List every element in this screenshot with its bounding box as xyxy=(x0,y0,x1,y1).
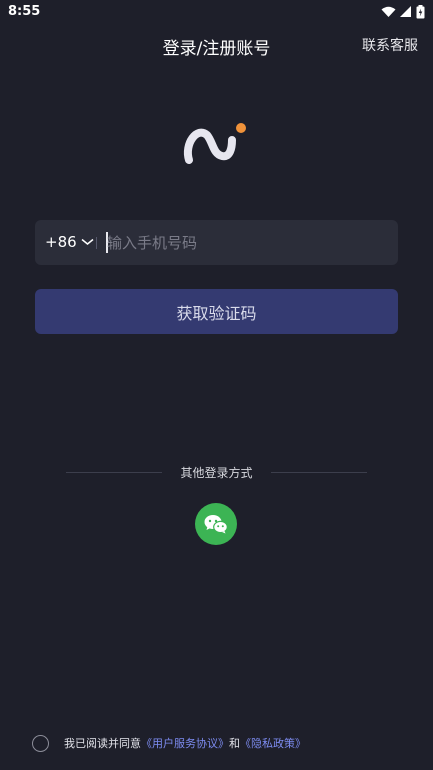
phone-number-input[interactable] xyxy=(106,228,387,257)
country-code-selector[interactable]: +86 xyxy=(45,233,94,251)
agreement-checkbox[interactable] xyxy=(32,734,49,752)
agreement-row: 我已阅读并同意《用户服务协议》和《隐私政策》 xyxy=(32,734,306,752)
app-logo xyxy=(183,123,246,164)
contact-support-link[interactable]: 联系客服 xyxy=(362,35,418,55)
signal-icon xyxy=(400,6,411,17)
divider-line-right xyxy=(271,472,367,473)
battery-icon xyxy=(416,5,425,19)
get-verification-code-button[interactable]: 获取验证码 xyxy=(35,289,398,334)
other-login-divider: 其他登录方式 xyxy=(0,464,433,482)
privacy-policy-link[interactable]: 《隐私政策》 xyxy=(240,737,306,750)
phone-input-box: +86 xyxy=(35,220,398,265)
input-divider xyxy=(96,237,97,249)
user-agreement-link[interactable]: 《用户服务协议》 xyxy=(141,737,229,750)
wechat-login-button[interactable] xyxy=(195,503,237,545)
agreement-and: 和 xyxy=(229,737,240,750)
country-code-label: +86 xyxy=(45,233,77,251)
other-login-label: 其他登录方式 xyxy=(180,466,253,480)
agreement-text: 我已阅读并同意《用户服务协议》和《隐私政策》 xyxy=(64,735,306,751)
chevron-down-icon xyxy=(81,238,94,245)
status-bar: 8:55 xyxy=(0,0,433,26)
header: 登录/注册账号 联系客服 xyxy=(0,28,433,62)
agreement-prefix: 我已阅读并同意 xyxy=(64,737,141,750)
status-time: 8:55 xyxy=(8,4,41,19)
status-icons xyxy=(381,5,425,19)
wifi-icon xyxy=(381,6,396,17)
wechat-icon xyxy=(204,515,228,534)
